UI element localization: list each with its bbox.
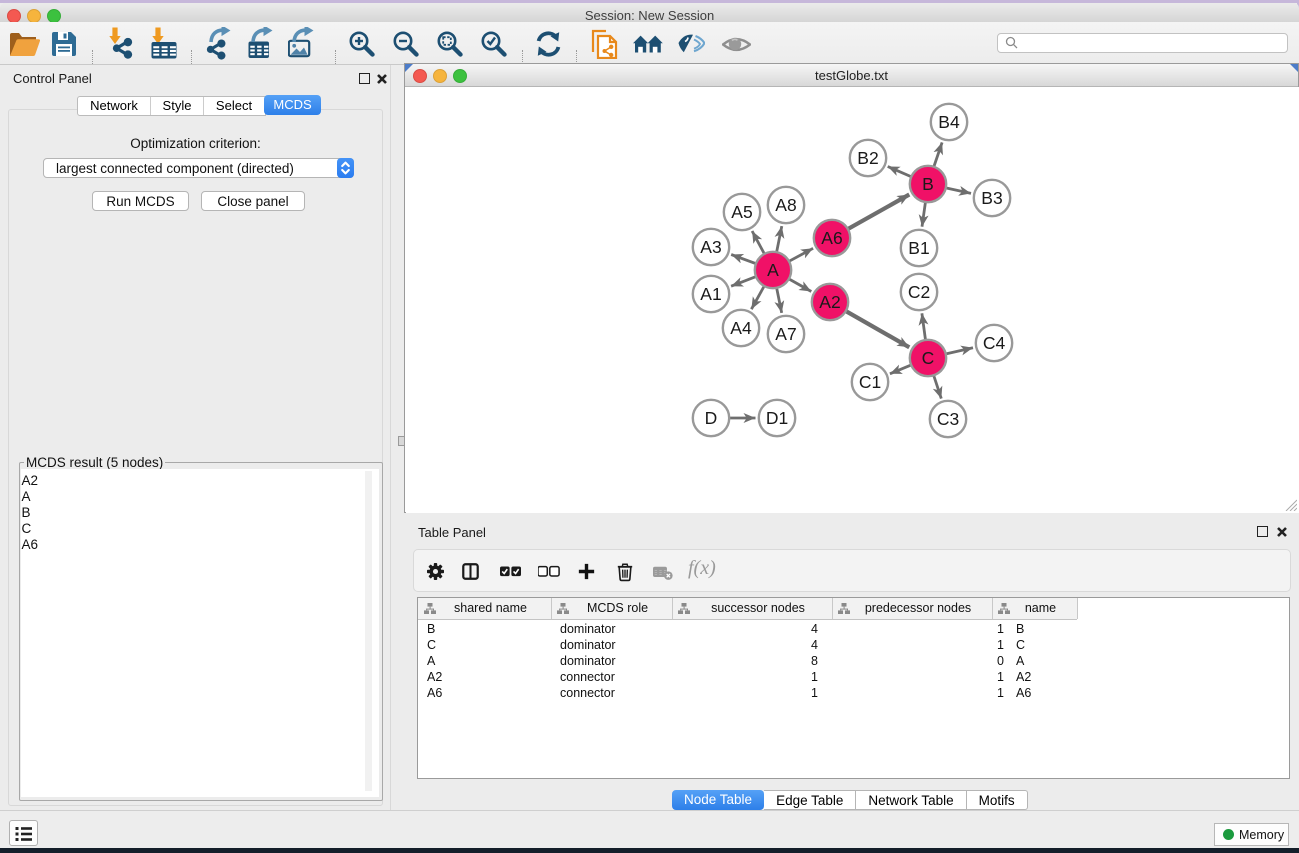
svg-text:A4: A4 — [730, 318, 752, 338]
svg-text:B: B — [922, 174, 934, 194]
svg-text:B4: B4 — [938, 112, 960, 132]
svg-text:B3: B3 — [981, 188, 1002, 208]
svg-text:A2: A2 — [819, 292, 840, 312]
svg-text:C: C — [922, 348, 935, 368]
svg-text:A3: A3 — [700, 237, 721, 257]
svg-text:A6: A6 — [821, 228, 842, 248]
svg-text:C2: C2 — [908, 282, 930, 302]
svg-text:C1: C1 — [859, 372, 881, 392]
svg-text:B1: B1 — [908, 238, 929, 258]
svg-text:D: D — [705, 408, 718, 428]
svg-text:D1: D1 — [766, 408, 788, 428]
svg-text:C4: C4 — [983, 333, 1006, 353]
svg-text:A1: A1 — [700, 284, 721, 304]
svg-text:A7: A7 — [775, 324, 796, 344]
svg-text:B2: B2 — [857, 148, 878, 168]
svg-text:A: A — [767, 260, 779, 280]
svg-text:C3: C3 — [937, 409, 959, 429]
svg-text:A5: A5 — [731, 202, 752, 222]
svg-text:A8: A8 — [775, 195, 796, 215]
